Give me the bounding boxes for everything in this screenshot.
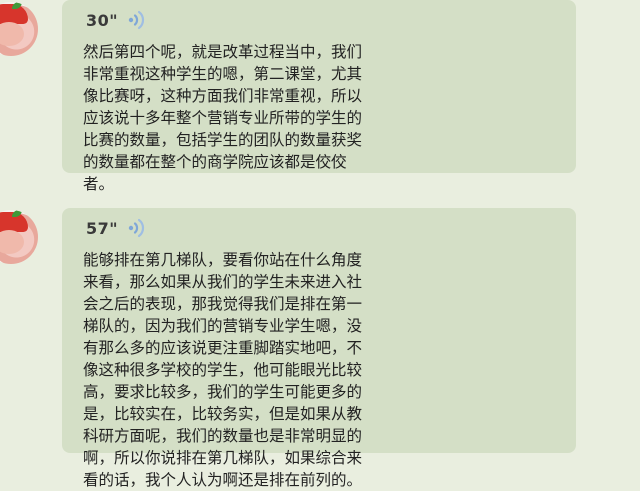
transcript-line: 的数量都在整个的商学院应该都是佼佼 <box>83 153 347 171</box>
voice-transcript: 能够排在第几梯队，要看你站在什么角度 来看，那么如果从我们的学生未来进入社 会之… <box>83 249 533 491</box>
transcript-line: 高，要求比较多，我们的学生可能更多的 <box>83 383 363 401</box>
avatar[interactable] <box>0 2 38 56</box>
transcript-line: 科研方面呢，我们的数量也是非常明显的 <box>83 427 363 445</box>
transcript-line: 有那么多的应该说更注重脚踏实地吧，不 <box>83 339 363 357</box>
voice-transcript: 然后第四个呢，就是改革过程当中，我们 非常重视这种学生的嗯，第二课堂，尤其 像比… <box>83 41 533 195</box>
transcript-line: 来看，那么如果从我们的学生未来进入社 <box>83 273 363 291</box>
transcript-line: 看的话，我个人认为啊还是排在前列的。 <box>83 471 363 489</box>
face-shape <box>0 230 24 254</box>
transcript-line: 者。 <box>83 175 115 193</box>
avatar[interactable] <box>0 210 38 264</box>
voice-message-bubble[interactable]: 30" 然后第四个呢，就是改革过程当中，我们 非常重视这种学生的嗯，第二课堂，尤… <box>62 0 576 193</box>
transcript-line: 梯队的，因为我们的营销专业学生嗯，没 <box>83 317 363 335</box>
speaker-waves-icon[interactable] <box>126 217 152 239</box>
voice-duration: 57" <box>86 218 119 238</box>
voice-header[interactable]: 30" <box>86 9 152 31</box>
transcript-line: 像这种很多学校的学生，他可能眼光比较 <box>83 361 363 379</box>
speaker-waves-icon[interactable] <box>126 9 152 31</box>
transcript-line: 比赛的数量，包括学生的团队的数量获奖 <box>83 131 363 149</box>
transcript-line: 能够排在第几梯队，要看你站在什么角度 <box>83 251 363 269</box>
transcript-line: 应该说十多年整个营销专业所带的学生的 <box>83 109 363 127</box>
chat-window: 30" 然后第四个呢，就是改革过程当中，我们 非常重视这种学生的嗯，第二课堂，尤… <box>0 0 640 489</box>
transcript-line: 像比赛呀，这种方面我们非常重视，所以 <box>83 87 363 105</box>
voice-message-bubble[interactable]: 57" 能够排在第几梯队，要看你站在什么角度 来看，那么如果从我们的学生未来进入… <box>62 208 576 489</box>
transcript-line: 非常重视这种学生的嗯，第二课堂，尤其 <box>83 65 363 83</box>
transcript-line: 然后第四个呢，就是改革过程当中，我们 <box>83 43 363 61</box>
transcript-line: 会之后的表现，那我觉得我们是排在第一 <box>83 295 363 313</box>
voice-header[interactable]: 57" <box>86 217 152 239</box>
transcript-line: 啊，所以你说排在第几梯队，如果综合来 <box>83 449 363 467</box>
transcript-line: 是，比较实在，比较务实，但是如果从教 <box>83 405 363 423</box>
face-shape <box>0 22 24 46</box>
voice-duration: 30" <box>86 10 119 30</box>
